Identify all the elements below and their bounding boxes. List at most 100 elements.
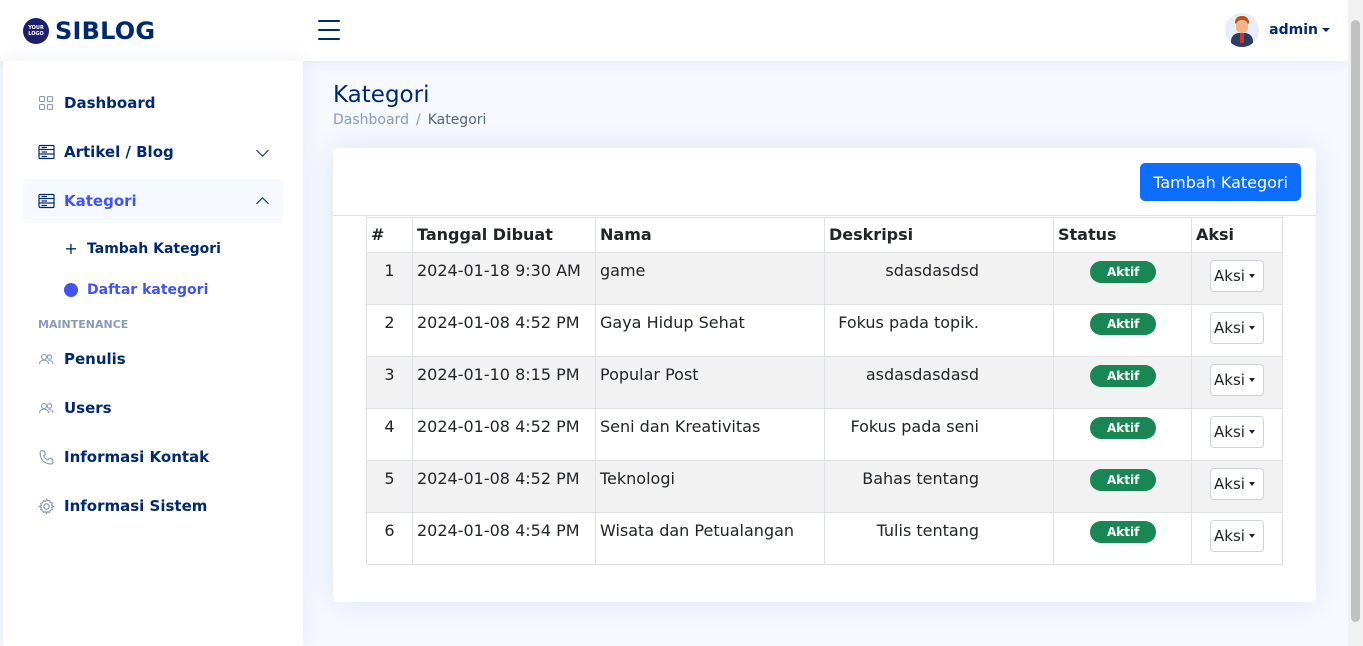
sidebar-item-label: Kategori	[64, 192, 137, 210]
toggle-sidebar-button[interactable]	[318, 20, 340, 40]
top-header: YOUR LOGO SIBLOG admin	[0, 0, 1348, 61]
cell-number: 6	[366, 512, 413, 565]
sidebar-item-dashboard[interactable]: Dashboard	[23, 81, 283, 125]
circle-icon	[63, 282, 79, 297]
table-header-row: # Tanggal Dibuat Nama Deskripsi Status A…	[366, 217, 1283, 253]
cell-tanggal: 2024-01-08 4:52 PM	[412, 304, 596, 357]
table-row: 4 2024-01-08 4:52 PM Seni dan Kreativita…	[366, 408, 1283, 461]
sidebar-item-label: Informasi Sistem	[64, 497, 208, 515]
aksi-select[interactable]: Aksi	[1210, 312, 1264, 344]
table-row: 6 2024-01-08 4:54 PM Wisata dan Petualan…	[366, 512, 1283, 565]
cell-number: 2	[366, 304, 413, 357]
page-scrollbar[interactable]	[1348, 0, 1363, 646]
cell-status: Aktif	[1053, 356, 1192, 409]
column-header-deskripsi: Deskripsi	[824, 217, 1054, 253]
aksi-select-value: Aksi	[1214, 475, 1245, 493]
sidebar-item-label: Dashboard	[64, 94, 156, 112]
cell-tanggal: 2024-01-18 9:30 AM	[412, 252, 596, 305]
cell-nama: Teknologi	[595, 460, 825, 513]
sidebar-item-penulis[interactable]: Penulis	[23, 337, 283, 381]
tambah-kategori-button[interactable]: Tambah Kategori	[1140, 163, 1301, 201]
sidebar-item-informasi-sistem[interactable]: Informasi Sistem	[23, 484, 283, 528]
status-badge: Aktif	[1090, 261, 1157, 283]
chevron-up-icon	[256, 197, 269, 210]
layout-text-icon	[37, 192, 55, 210]
page-title: Kategori	[333, 82, 430, 108]
logo[interactable]: YOUR LOGO SIBLOG	[23, 17, 155, 45]
sidebar: Dashboard Artikel / Blog Kategori + Tamb…	[3, 61, 303, 646]
kategori-card: Tambah Kategori # Tanggal Dibuat Nama De…	[333, 148, 1316, 602]
scrollbar-thumb[interactable]	[1351, 20, 1360, 622]
cell-aksi: Aksi	[1191, 512, 1283, 565]
sidebar-subitem-label: Daftar kategori	[87, 281, 209, 298]
sidebar-item-kategori[interactable]: Kategori	[23, 179, 283, 223]
caret-down-icon	[1249, 274, 1255, 278]
hamburger-icon-bar	[318, 38, 340, 40]
cell-deskripsi: Tulis tentang	[824, 512, 1054, 565]
caret-down-icon	[1322, 28, 1330, 32]
aksi-select-value: Aksi	[1214, 527, 1245, 545]
profile-dropdown[interactable]: admin	[1225, 13, 1330, 47]
column-header-aksi: Aksi	[1191, 217, 1283, 253]
status-badge: Aktif	[1090, 469, 1157, 491]
hamburger-icon-bar	[318, 29, 340, 31]
sidebar-item-artikel[interactable]: Artikel / Blog	[23, 130, 283, 174]
caret-down-icon	[1249, 430, 1255, 434]
avatar	[1225, 13, 1260, 47]
cell-deskripsi: Bahas tentang	[824, 460, 1054, 513]
cell-tanggal: 2024-01-10 8:15 PM	[412, 356, 596, 409]
aksi-select-value: Aksi	[1214, 371, 1245, 389]
layout-text-icon	[37, 143, 55, 161]
aksi-select-value: Aksi	[1214, 267, 1245, 285]
cell-deskripsi: Fokus pada seni	[824, 408, 1054, 461]
aksi-select[interactable]: Aksi	[1210, 468, 1264, 500]
cell-number: 1	[366, 252, 413, 305]
caret-down-icon	[1249, 534, 1255, 538]
aksi-select-value: Aksi	[1214, 319, 1245, 337]
plus-icon: +	[64, 239, 78, 258]
caret-down-icon	[1249, 482, 1255, 486]
status-badge: Aktif	[1090, 313, 1157, 335]
cell-number: 5	[366, 460, 413, 513]
column-header-number: #	[366, 217, 413, 253]
cell-aksi: Aksi	[1191, 252, 1283, 305]
sidebar-subitem-label: Tambah Kategori	[87, 240, 221, 257]
aksi-select[interactable]: Aksi	[1210, 260, 1264, 292]
aksi-select[interactable]: Aksi	[1210, 520, 1264, 552]
column-header-nama: Nama	[595, 217, 825, 253]
table-row: 1 2024-01-18 9:30 AM game sdasdasdsd Akt…	[366, 252, 1283, 305]
sidebar-item-label: Artikel / Blog	[64, 143, 174, 161]
sidebar-subitem-tambah-kategori[interactable]: + Tambah Kategori	[23, 228, 283, 269]
breadcrumb-link-dashboard[interactable]: Dashboard	[333, 112, 409, 128]
table-row: 2 2024-01-08 4:52 PM Gaya Hidup Sehat Fo…	[366, 304, 1283, 357]
sidebar-item-label: Penulis	[64, 350, 126, 368]
aksi-select[interactable]: Aksi	[1210, 416, 1264, 448]
cell-status: Aktif	[1053, 252, 1192, 305]
cell-status: Aktif	[1053, 460, 1192, 513]
chevron-down-icon	[256, 144, 269, 157]
cell-nama: Gaya Hidup Sehat	[595, 304, 825, 357]
people-icon	[37, 399, 55, 417]
cell-aksi: Aksi	[1191, 356, 1283, 409]
cell-nama: Wisata dan Petualangan	[595, 512, 825, 565]
cell-status: Aktif	[1053, 408, 1192, 461]
cell-deskripsi: Fokus pada topik.	[824, 304, 1054, 357]
sidebar-item-users[interactable]: Users	[23, 386, 283, 430]
aksi-select[interactable]: Aksi	[1210, 364, 1264, 396]
gear-icon	[37, 497, 55, 515]
sidebar-item-informasi-kontak[interactable]: Informasi Kontak	[23, 435, 283, 479]
cell-tanggal: 2024-01-08 4:52 PM	[412, 460, 596, 513]
cell-aksi: Aksi	[1191, 460, 1283, 513]
breadcrumb-separator: /	[415, 112, 421, 128]
column-header-tanggal: Tanggal Dibuat	[412, 217, 596, 253]
people-icon	[37, 350, 55, 368]
sidebar-subitem-daftar-kategori[interactable]: Daftar kategori	[23, 269, 283, 310]
aksi-select-value: Aksi	[1214, 423, 1245, 441]
status-badge: Aktif	[1090, 521, 1157, 543]
sidebar-item-label: Informasi Kontak	[64, 448, 210, 466]
cell-number: 4	[366, 408, 413, 461]
cell-deskripsi: sdasdasdsd	[824, 252, 1054, 305]
table-row: 3 2024-01-10 8:15 PM Popular Post asdasd…	[366, 356, 1283, 409]
card-divider	[333, 215, 1316, 216]
status-badge: Aktif	[1090, 365, 1157, 387]
